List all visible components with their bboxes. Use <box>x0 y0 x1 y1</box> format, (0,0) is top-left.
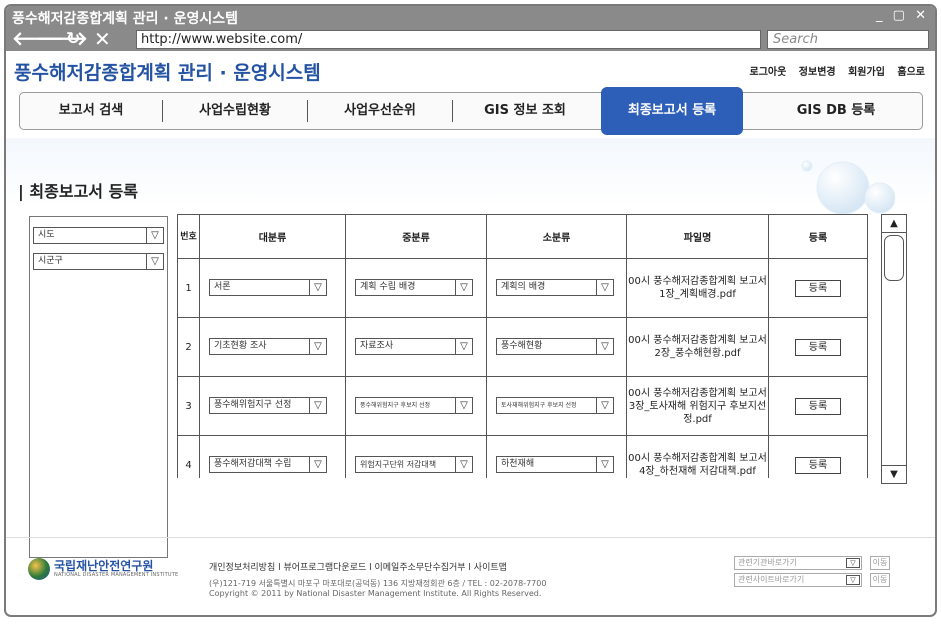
chevron-down-icon: ▽ <box>146 228 163 243</box>
minor-select[interactable]: 하천재해 ▽ <box>496 456 614 473</box>
tab-gis-db-register[interactable]: GIS DB 등록 <box>750 93 922 129</box>
row-number: 2 <box>177 317 200 377</box>
minor-select[interactable]: 풍수해현황 ▽ <box>496 338 614 355</box>
row-number: 3 <box>177 376 200 436</box>
header-middle: 중분류 <box>345 214 487 259</box>
related-site-select[interactable]: 관련사이트바로가기 ▽ <box>734 573 862 587</box>
chevron-down-icon: ▽ <box>846 575 860 585</box>
register-button[interactable]: 등록 <box>795 279 841 297</box>
page-title: | 최종보고서 등록 <box>18 182 139 201</box>
major-select[interactable]: 풍수해위험지구 선정 ▽ <box>209 397 327 414</box>
chevron-down-icon: ▽ <box>309 339 326 354</box>
home-link[interactable]: 홈으로 <box>897 67 925 78</box>
header-number: 번호 <box>177 214 200 259</box>
file-name: 00시 풍수해저감종합계획 보고서 1장_계획배경.pdf <box>626 258 769 318</box>
major-select[interactable]: 풍수해저감대책 수립 ▽ <box>209 456 327 473</box>
tab-final-report-register[interactable]: 최종보고서 등록 <box>601 87 743 135</box>
file-name: 00시 풍수해저감종합계획 보고서 4장_하천재해 저감대책.pdf <box>626 435 769 478</box>
org-logo[interactable]: 국립재난안전연구원 NATIONAL DISASTER MANAGEMENT I… <box>28 557 188 581</box>
table-row: 3 풍수해위험지구 선정 ▽ 풍수해위험지구 후보지 선정 ▽ 토사재해위험지구 후… <box>177 376 868 436</box>
header-minor: 소분류 <box>486 214 627 259</box>
chevron-down-icon: ▽ <box>455 280 472 295</box>
search-input[interactable]: Search <box>767 30 929 49</box>
report-table-container: 번호 대분류 중분류 소분류 파일명 등록 1 서론 ▽ 계획 수립 배경 ▽ 계획… <box>177 214 871 478</box>
minor-select[interactable]: 계획의 배경 ▽ <box>496 279 614 296</box>
chevron-down-icon: ▽ <box>596 339 613 354</box>
header-register: 등록 <box>768 214 868 259</box>
row-number: 4 <box>177 435 200 478</box>
table-row: 4 풍수해저감대책 수립 ▽ 위험지구단위 저감대책 ▽ 하천재해 ▽ 00시 풍수해… <box>177 435 868 478</box>
scroll-thumb[interactable] <box>884 235 904 281</box>
go-button[interactable]: 이동 <box>870 573 890 587</box>
footer-links[interactable]: 개인정보처리방침 l 뷰어프로그램다운로드 l 이메일주소무단수집거부 l 사이… <box>209 560 507 573</box>
header-filename: 파일명 <box>626 214 769 259</box>
middle-select[interactable]: 계획 수립 배경 ▽ <box>355 279 473 296</box>
chevron-down-icon: ▽ <box>455 457 472 472</box>
table-row: 2 기초현황 조사 ▽ 자료조사 ▽ 풍수해현황 ▽ 00시 풍수해저감종합계획 보고… <box>177 317 868 377</box>
middle-select[interactable]: 위험지구단위 저감대책 ▽ <box>355 456 473 473</box>
table-row: 1 서론 ▽ 계획 수립 배경 ▽ 계획의 배경 ▽ 00시 풍수해저감종합계획 보고… <box>177 258 868 318</box>
footer-address: (우)121-719 서울특별시 마포구 마포대로(공덕동) 136 지방재정회… <box>209 579 546 599</box>
sido-select[interactable]: 시도 ▽ <box>33 227 164 244</box>
chevron-down-icon: ▽ <box>455 339 472 354</box>
url-bar[interactable]: http://www.website.com/ <box>136 30 761 49</box>
main-tabs: 보고서 검색 사업수립현황 사업우선순위 GIS 정보 조회 최종보고서 등록 … <box>19 87 923 135</box>
chevron-down-icon: ▽ <box>596 280 613 295</box>
footer-divider <box>6 537 935 538</box>
related-org-select[interactable]: 관련기관바로가기 ▽ <box>734 556 862 570</box>
middle-select[interactable]: 풍수해위험지구 후보지 선정 ▽ <box>355 397 473 414</box>
register-button[interactable]: 등록 <box>795 456 841 474</box>
region-filter-panel: 시도 ▽ 시군구 ▽ <box>29 216 168 558</box>
browser-navbar: 🡐 🡒 ↻ ✕ http://www.website.com/ Search <box>6 29 935 51</box>
major-select[interactable]: 서론 ▽ <box>209 279 327 296</box>
chevron-down-icon: ▽ <box>146 254 163 269</box>
header-major: 대분류 <box>199 214 346 259</box>
scroll-up-icon[interactable]: ▲ <box>882 215 906 233</box>
chevron-down-icon: ▽ <box>846 558 860 568</box>
reload-icon[interactable]: ↻ <box>66 29 80 51</box>
file-name: 00시 풍수해저감종합계획 보고서 2장_풍수해현황.pdf <box>626 317 769 377</box>
edit-info-link[interactable]: 정보변경 <box>799 67 836 78</box>
register-button[interactable]: 등록 <box>795 338 841 356</box>
file-name: 00시 풍수해저감종합계획 보고서 3장_토사재해 위험지구 후보지선정.pdf <box>626 376 769 436</box>
top-links: 로그아웃 정보변경 회원가입 홈으로 <box>741 63 926 78</box>
signup-link[interactable]: 회원가입 <box>848 67 885 78</box>
report-table: 번호 대분류 중분류 소분류 파일명 등록 1 서론 ▽ 계획 수립 배경 ▽ 계획… <box>177 214 868 478</box>
middle-select[interactable]: 자료조사 ▽ <box>355 338 473 355</box>
address-text: (우)121-719 서울특별시 마포구 마포대로(공덕동) 136 지방재정회… <box>209 579 547 588</box>
tab-project-status[interactable]: 사업수립현황 <box>162 100 307 122</box>
decorative-bubbles-icon <box>801 160 895 215</box>
go-button[interactable]: 이동 <box>870 556 890 570</box>
forward-arrow-icon[interactable]: 🡒 <box>37 29 88 51</box>
copyright-text: Copyright © 2011 by National Disaster Ma… <box>209 589 542 598</box>
chevron-down-icon: ▽ <box>309 280 326 295</box>
row-number: 1 <box>177 258 200 318</box>
window-titlebar: 풍수해저감종합계획 관리 · 운영시스템 _ ▢ ✕ <box>6 6 935 29</box>
table-header-row: 번호 대분류 중분류 소분류 파일명 등록 <box>177 214 868 259</box>
close-icon[interactable]: ✕ <box>94 29 111 51</box>
site-title: 풍수해저감종합계획 관리 · 운영시스템 <box>14 62 321 84</box>
chevron-down-icon: ▽ <box>309 457 326 472</box>
chevron-down-icon: ▽ <box>596 398 613 413</box>
window-controls[interactable]: _ ▢ ✕ <box>876 8 929 23</box>
tab-gis-info[interactable]: GIS 정보 조회 <box>452 100 597 122</box>
table-scrollbar[interactable]: ▲ ▼ <box>881 214 907 484</box>
sigungu-select[interactable]: 시군구 ▽ <box>33 253 164 270</box>
browser-window: 풍수해저감종합계획 관리 · 운영시스템 _ ▢ ✕ 🡐 🡒 ↻ ✕ http:… <box>4 4 937 617</box>
chevron-down-icon: ▽ <box>596 457 613 472</box>
minor-select[interactable]: 토사재해위험지구 후보지 선정 ▽ <box>496 397 614 414</box>
tab-project-priority[interactable]: 사업우선순위 <box>307 100 452 122</box>
register-button[interactable]: 등록 <box>795 397 841 415</box>
chevron-down-icon: ▽ <box>455 398 472 413</box>
org-subtitle: NATIONAL DISASTER MANAGEMENT INSTITUTE <box>54 572 179 578</box>
major-select[interactable]: 기초현황 조사 ▽ <box>209 338 327 355</box>
logout-link[interactable]: 로그아웃 <box>750 67 787 78</box>
window-title: 풍수해저감종합계획 관리 · 운영시스템 <box>12 11 239 27</box>
tab-report-search[interactable]: 보고서 검색 <box>20 93 162 129</box>
chevron-down-icon: ▽ <box>309 398 326 413</box>
scroll-down-icon[interactable]: ▼ <box>882 465 906 483</box>
org-emblem-icon <box>28 558 50 580</box>
